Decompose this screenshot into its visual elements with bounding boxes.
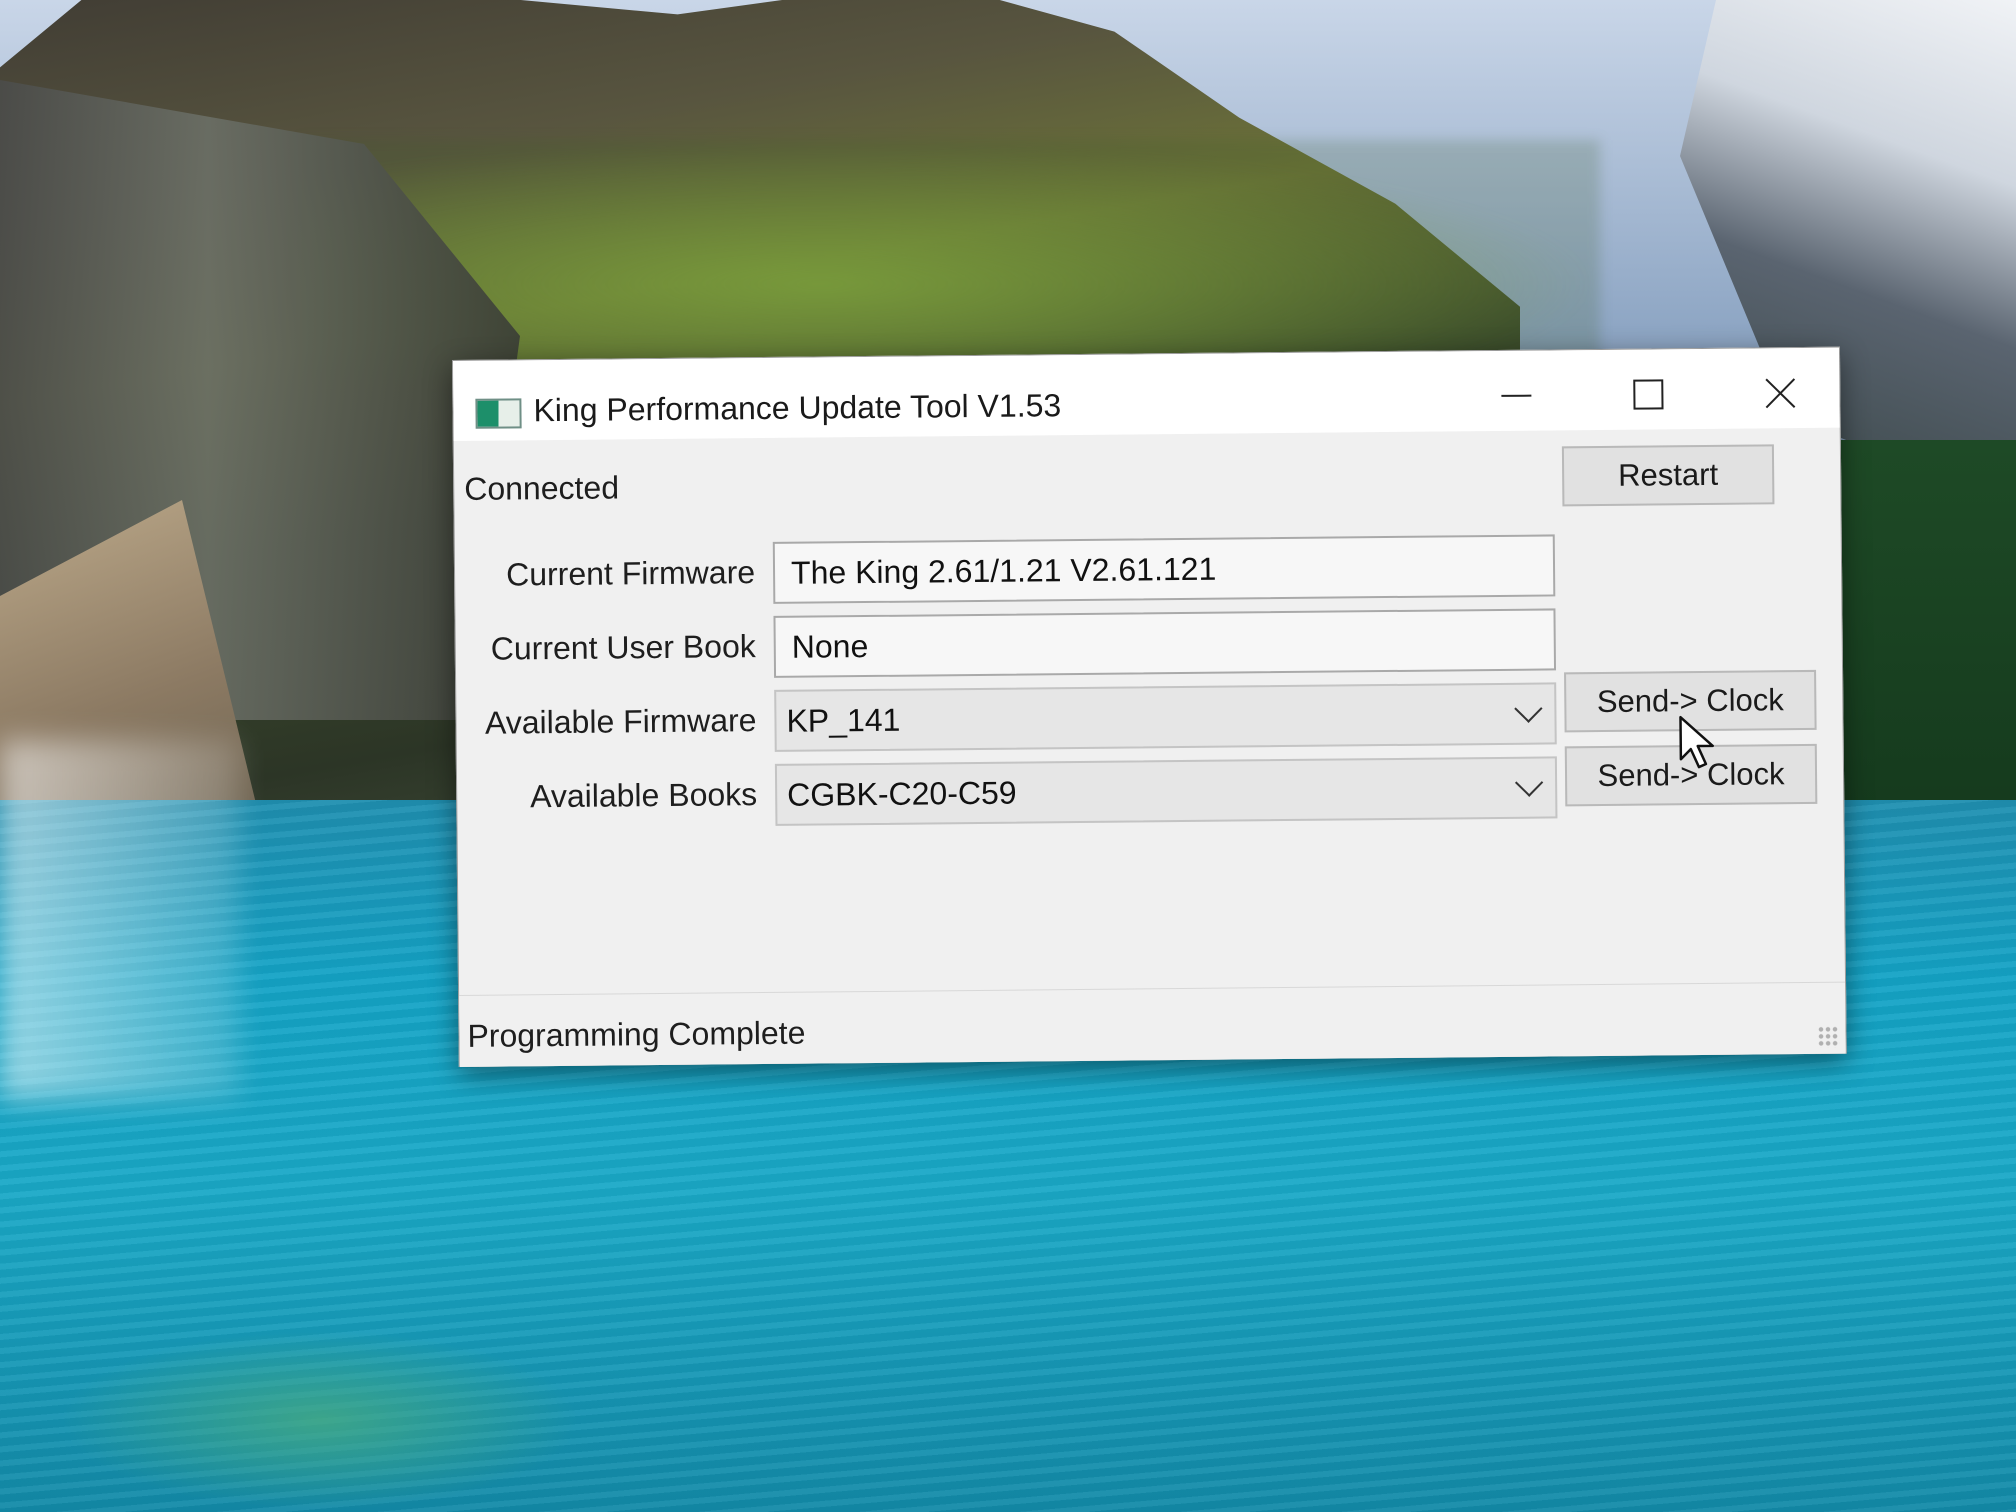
current-firmware-label: Current Firmware <box>505 554 756 593</box>
minimize-icon <box>1501 394 1532 397</box>
wallpaper-lake-shallows <box>60 1330 580 1510</box>
status-bar-text: Programming Complete <box>467 1014 806 1054</box>
current-user-book-value: None <box>791 627 869 665</box>
chevron-down-icon[interactable] <box>1514 694 1543 723</box>
maximize-button[interactable] <box>1603 363 1694 426</box>
chevron-down-icon[interactable] <box>1514 768 1544 797</box>
status-bar: Programming Complete <box>459 981 1846 1067</box>
app-icon <box>475 398 522 429</box>
wallpaper-forest <box>1820 440 2016 820</box>
title-bar[interactable]: King Performance Update Tool V1.53 <box>453 347 1840 441</box>
current-user-book-label: Current User Book <box>490 628 756 667</box>
current-user-book-field[interactable]: None <box>773 608 1557 678</box>
update-tool-window: King Performance Update Tool V1.53 Conne… <box>452 346 1847 1067</box>
restart-button[interactable]: Restart <box>1561 444 1775 507</box>
available-books-label: Available Books <box>529 776 758 815</box>
minimize-button[interactable] <box>1471 364 1562 427</box>
available-firmware-dropdown[interactable]: KP_141 <box>774 682 1557 752</box>
available-books-selected: CGBK-C20-C59 <box>787 774 1017 813</box>
available-firmware-label: Available Firmware <box>484 702 757 741</box>
connection-status: Connected <box>464 469 620 507</box>
close-icon <box>1764 377 1796 409</box>
screen-glare <box>0 740 240 1100</box>
resize-grip-icon[interactable] <box>1817 1025 1840 1048</box>
current-firmware-value: The King 2.61/1.21 V2.61.121 <box>790 550 1217 591</box>
available-firmware-selected: KP_141 <box>786 701 901 739</box>
close-button[interactable] <box>1735 362 1826 425</box>
available-books-dropdown[interactable]: CGBK-C20-C59 <box>774 756 1558 826</box>
maximize-icon <box>1633 379 1664 410</box>
current-firmware-field[interactable]: The King 2.61/1.21 V2.61.121 <box>772 534 1556 604</box>
window-title: King Performance Update Tool V1.53 <box>533 387 1062 429</box>
